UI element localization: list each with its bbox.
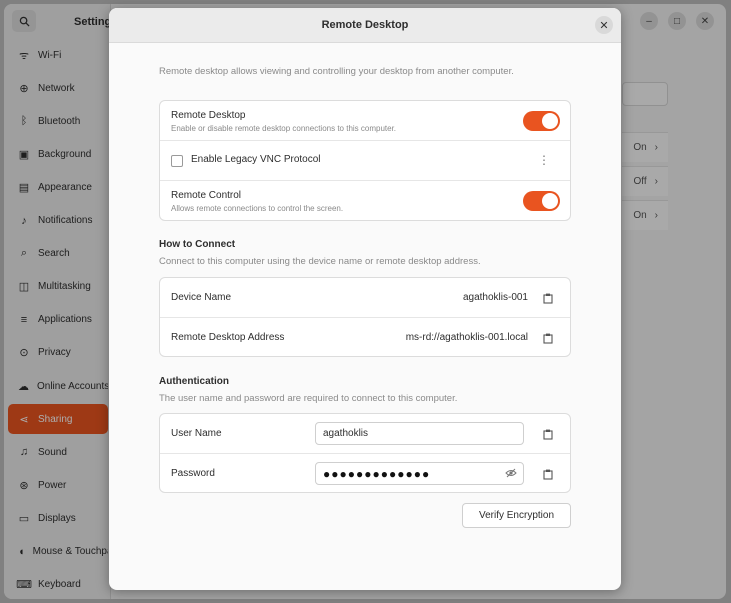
authentication-title: Authentication xyxy=(159,376,229,387)
close-icon: ✕ xyxy=(599,19,609,32)
how-to-connect-description: Connect to this computer using the devic… xyxy=(159,256,481,267)
password-label: Password xyxy=(171,468,215,479)
remote-control-sublabel: Allows remote connections to control the… xyxy=(171,204,344,213)
device-name-value: agathoklis-001 xyxy=(462,292,528,303)
remote-desktop-row: Remote Desktop Enable or disable remote … xyxy=(160,101,570,141)
intro-text: Remote desktop allows viewing and contro… xyxy=(159,66,514,77)
password-input[interactable]: ●●●●●●●●●●●●● xyxy=(315,462,524,485)
remote-desktop-toggle[interactable] xyxy=(523,111,560,131)
password-row: Password ●●●●●●●●●●●●● xyxy=(160,454,570,492)
show-password-icon[interactable] xyxy=(505,468,517,478)
legacy-vnc-label: Enable Legacy VNC Protocol xyxy=(191,154,321,165)
remote-desktop-card: Remote Desktop Enable or disable remote … xyxy=(159,100,571,221)
device-name-label: Device Name xyxy=(171,292,232,303)
copy-device-name-button[interactable] xyxy=(542,292,554,304)
legacy-vnc-row: Enable Legacy VNC Protocol ⋮ xyxy=(160,141,570,181)
copy-icon xyxy=(543,333,553,344)
dialog-title: Remote Desktop xyxy=(321,19,409,31)
remote-control-label: Remote Control xyxy=(171,190,242,201)
remote-control-row: Remote Control Allows remote connections… xyxy=(160,181,570,220)
copy-username-button[interactable] xyxy=(542,428,554,440)
copy-icon xyxy=(543,293,553,304)
remote-desktop-label: Remote Desktop xyxy=(171,110,246,121)
dialog-close-button[interactable]: ✕ xyxy=(595,16,613,34)
copy-address-button[interactable] xyxy=(542,332,554,344)
more-options-icon[interactable]: ⋮ xyxy=(538,154,550,166)
device-name-row: Device Name agathoklis-001 xyxy=(160,278,570,318)
address-row: Remote Desktop Address ms-rd://agathokli… xyxy=(160,318,570,356)
verify-encryption-button[interactable]: Verify Encryption xyxy=(462,503,571,528)
username-label: User Name xyxy=(171,428,222,439)
copy-icon xyxy=(543,469,553,480)
dialog-header: Remote Desktop ✕ xyxy=(109,8,621,43)
how-to-connect-card: Device Name agathoklis-001 Remote Deskto… xyxy=(159,277,571,357)
remote-control-toggle[interactable] xyxy=(523,191,560,211)
remote-desktop-dialog: Remote Desktop ✕ Remote desktop allows v… xyxy=(109,8,621,590)
authentication-card: User Name agathoklis Password ●●●●●●●●●●… xyxy=(159,413,571,493)
address-label: Remote Desktop Address xyxy=(171,332,285,343)
copy-password-button[interactable] xyxy=(542,468,554,480)
username-value: agathoklis xyxy=(323,428,369,439)
address-value: ms-rd://agathoklis-001.local xyxy=(405,332,528,343)
remote-desktop-sublabel: Enable or disable remote desktop connect… xyxy=(171,124,397,133)
username-row: User Name agathoklis xyxy=(160,414,570,454)
how-to-connect-title: How to Connect xyxy=(159,239,236,250)
password-value: ●●●●●●●●●●●●● xyxy=(323,466,431,481)
copy-icon xyxy=(543,429,553,440)
legacy-vnc-checkbox[interactable] xyxy=(171,155,183,167)
authentication-description: The user name and password are required … xyxy=(159,393,458,404)
username-input[interactable]: agathoklis xyxy=(315,422,524,445)
